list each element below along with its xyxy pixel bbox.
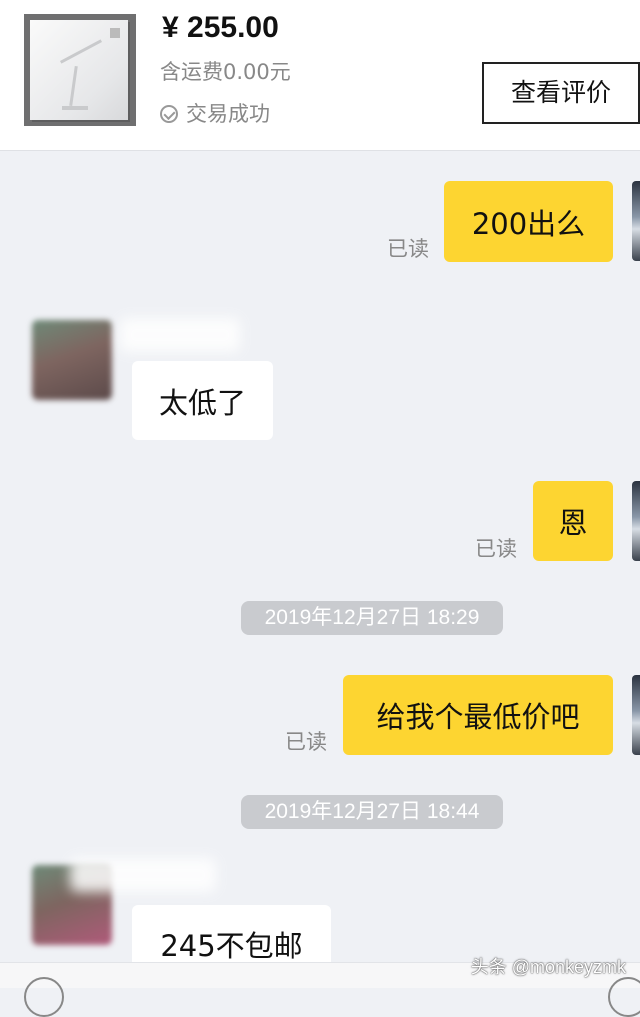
- order-status: 交易成功: [160, 100, 270, 128]
- voice-icon[interactable]: [24, 977, 64, 1017]
- message-bubble-theirs[interactable]: 太低了: [132, 361, 273, 440]
- brand-logo: [110, 28, 120, 38]
- order-header: ¥ 255.00 含运费0.00元 交易成功 查看评价: [0, 0, 640, 151]
- message-bubble-mine[interactable]: 恩: [533, 481, 613, 561]
- order-status-label: 交易成功: [186, 102, 270, 126]
- my-avatar[interactable]: [632, 181, 640, 261]
- lamp-illustration: [59, 39, 103, 64]
- my-avatar[interactable]: [632, 675, 640, 755]
- my-avatar[interactable]: [632, 481, 640, 561]
- check-circle-icon: [160, 105, 178, 123]
- product-thumbnail[interactable]: [24, 14, 136, 126]
- message-bubble-mine[interactable]: 200出么: [444, 181, 613, 262]
- timestamp-divider: 2019年12月27日 18:44: [241, 795, 503, 829]
- lamp-stem: [69, 65, 78, 107]
- timestamp-divider: 2019年12月27日 18:29: [241, 601, 503, 635]
- read-receipt: 已读: [387, 237, 429, 261]
- read-receipt: 已读: [285, 730, 327, 754]
- message-bubble-mine[interactable]: 给我个最低价吧: [343, 675, 613, 755]
- emoji-icon[interactable]: [608, 977, 640, 1017]
- seller-name-blurred: [70, 858, 216, 892]
- product-price: ¥ 255.00: [162, 11, 279, 44]
- shipping-fee: 含运费0.00元: [160, 60, 291, 84]
- lamp-base: [62, 106, 88, 110]
- seller-name-blurred: [120, 318, 240, 352]
- product-box-image: [30, 20, 128, 120]
- watermark: 头条 @monkeyzmk: [470, 957, 626, 977]
- read-receipt: 已读: [475, 537, 517, 561]
- view-review-button[interactable]: 查看评价: [482, 62, 640, 124]
- seller-avatar[interactable]: [32, 320, 112, 400]
